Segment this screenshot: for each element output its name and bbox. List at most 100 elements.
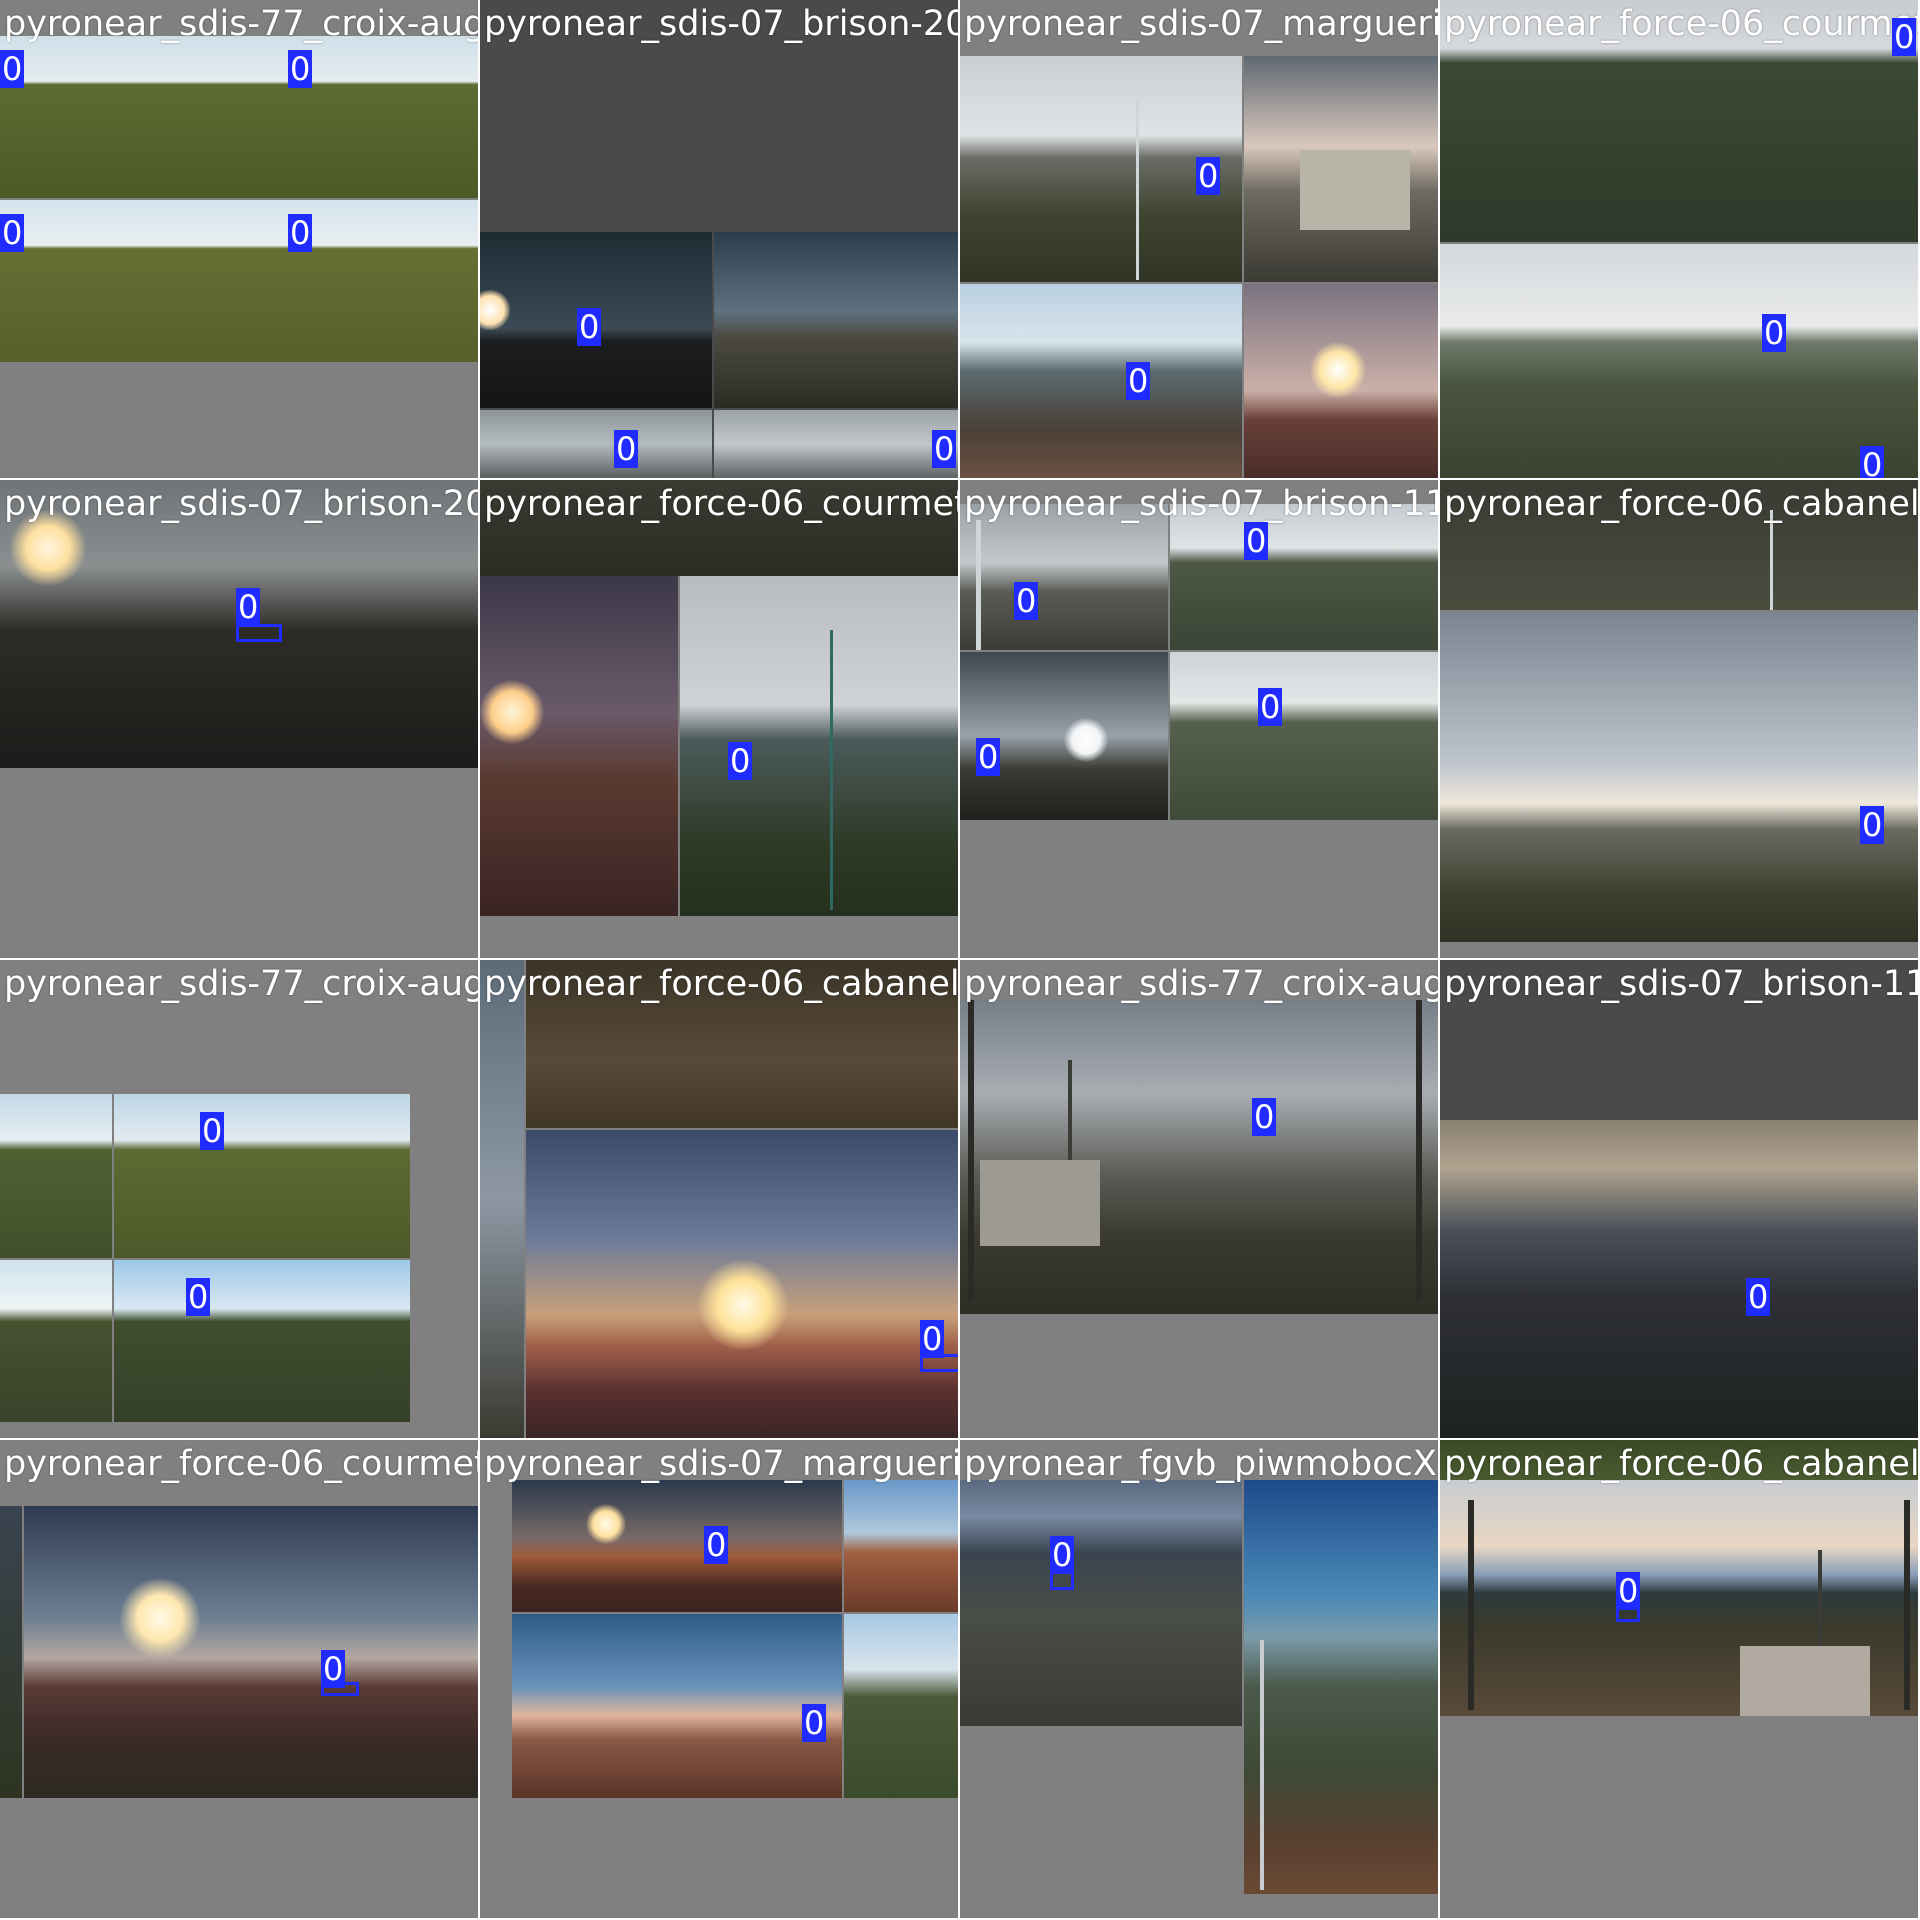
tile-caption: pyronear_force-06_courmettes-212_2024-09 [4,1444,478,1484]
tile-11: 0 pyronear_sdis-77_croix-augas-212_2024-… [960,960,1438,1438]
detection-label: 0 [288,214,313,252]
photo-panel [512,1480,842,1612]
building [1740,1646,1870,1716]
tile-4: 0 0 0 pyronear_force-06_courmettes_3_2 [1440,0,1918,478]
photo-panel [960,1000,1438,1314]
photo-panel [1244,1480,1438,1894]
image-grid: 0 0 0 0 pyronear_sdis-77_croix-augas-59_… [0,0,1920,1920]
detection-label: 0 [1860,806,1885,844]
tile-15: 0 pyronear_fgvb_piwmobocX01_2017_05_20T [960,1440,1438,1918]
sun [480,680,544,744]
photo-panel [24,1506,478,1798]
detection-label: 0 [1014,582,1039,620]
photo-panel [0,1506,22,1798]
tower [1416,1000,1422,1300]
tile-caption: pyronear_force-06_courmettes_3_2 [1444,4,1918,44]
photo-panel [1170,652,1438,820]
detection-label: 0 [0,50,25,88]
tile-10: 0 pyronear_force-06_cabanelle-327_2024-0 [480,960,958,1438]
tile-caption: pyronear_sdis-77_croix-augas-8_2024-07-0 [4,964,478,1004]
photo-panel [512,1614,842,1798]
tile-9: 0 0 pyronear_sdis-77_croix-augas-8_2024-… [0,960,478,1438]
detection-label: 0 [321,1650,346,1688]
detection-label: 0 [976,738,1001,776]
sun [120,1578,200,1658]
detection-label: 0 [236,588,261,626]
detection-label: 0 [0,214,25,252]
tile-8: 0 pyronear_force-06_cabanelle [1440,480,1918,958]
tile-caption: pyronear_sdis-07_brison-200_2024-01-25T1 [4,484,478,524]
sun [586,1504,626,1544]
tile-caption: pyronear_sdis-07_brison-200_2024-03-14T0 [484,4,958,44]
detection-label: 0 [1126,362,1151,400]
photo-panel [0,1094,112,1258]
detection-label: 0 [1860,446,1885,478]
detection-box [236,624,282,642]
detection-label: 0 [1252,1098,1277,1136]
tile-caption: pyronear_sdis-07_marguerite-339_2024-02 [484,1444,958,1484]
detection-label: 0 [1258,688,1283,726]
photo-panel [714,410,958,478]
tower [976,520,981,650]
detection-label: 0 [1762,314,1787,352]
detection-label: 0 [932,430,957,468]
tile-caption: pyronear_sdis-07_brison-110_2024-01-21T0 [964,484,1438,524]
detection-label: 0 [200,1112,225,1150]
detection-label: 0 [802,1704,827,1742]
photo-panel [960,284,1242,478]
tower [1260,1640,1264,1890]
tile-2: 0 0 0 pyronear_sdis-07_brison-200_2024-0… [480,0,958,478]
tile-6: 0 pyronear_force-06_courmettes_4_2023-10… [480,480,958,958]
detection-label: 0 [704,1526,729,1564]
tile-13: 0 pyronear_force-06_courmettes-212_2024-… [0,1440,478,1918]
photo-panel [114,1094,410,1258]
photo-panel [960,1480,1242,1726]
tower [968,1000,974,1300]
photo-panel [480,576,678,916]
tile-caption: pyronear_sdis-07_marguerite-185_2024-09 [964,4,1438,44]
tile-caption: pyronear_fgvb_piwmobocX01_2017_05_20T [964,1444,1438,1484]
antenna [1818,1550,1822,1660]
tower [1468,1500,1474,1710]
detection-label: 0 [577,308,602,346]
detection-label: 0 [1616,1572,1641,1610]
photo-panel [0,1260,112,1422]
tile-caption: pyronear_force-06_cabanelle-327_2024-0 [484,964,958,1004]
detection-label: 0 [920,1320,945,1358]
tile-12: 0 pyronear_sdis-07_brison-110 [1440,960,1918,1438]
tile-16: 0 pyronear_force-06_cabanelle [1440,1440,1918,1918]
detection-label: 0 [1746,1278,1771,1316]
detection-label: 0 [728,742,753,780]
building [1300,150,1410,230]
tile-caption: pyronear_sdis-07_brison-110 [1444,964,1918,1004]
photo-panel [844,1480,958,1612]
tile-7: 0 0 0 0 pyronear_sdis-07_brison-110_2024… [960,480,1438,958]
antenna [1068,1060,1072,1170]
tile-caption: pyronear_force-06_cabanelle [1444,484,1918,524]
tower [1904,1500,1910,1710]
detection-label: 0 [1196,157,1221,195]
tile-5: 0 pyronear_sdis-07_brison-200_2024-01-25… [0,480,478,958]
sun [1310,342,1366,398]
sun [1064,718,1108,762]
tile-caption: pyronear_force-06_courmettes_4_2023-10-3… [484,484,958,524]
detection-label: 0 [288,50,313,88]
sun [698,1260,788,1350]
tile-caption: pyronear_sdis-77_croix-augas-212_2024-07 [964,964,1438,1004]
photo-panel [114,1260,410,1422]
tile-caption: pyronear_sdis-77_croix-augas-59_2024-09 [4,4,478,44]
photo-panel [480,410,712,478]
detection-label: 0 [1050,1536,1075,1574]
tile-14: 0 0 pyronear_sdis-07_marguerite-339_2024… [480,1440,958,1918]
photo-panel [1440,612,1918,942]
detection-label: 0 [1892,18,1917,56]
tile-caption: pyronear_force-06_cabanelle [1444,1444,1918,1484]
antenna [830,630,833,910]
photo-panel [1440,1120,1918,1438]
photo-panel [1440,244,1918,478]
photo-panel [844,1614,958,1798]
tile-3: 0 0 pyronear_sdis-07_marguerite-185_2024… [960,0,1438,478]
photo-panel [680,576,958,916]
detection-label: 0 [1244,522,1269,560]
building [980,1160,1100,1246]
